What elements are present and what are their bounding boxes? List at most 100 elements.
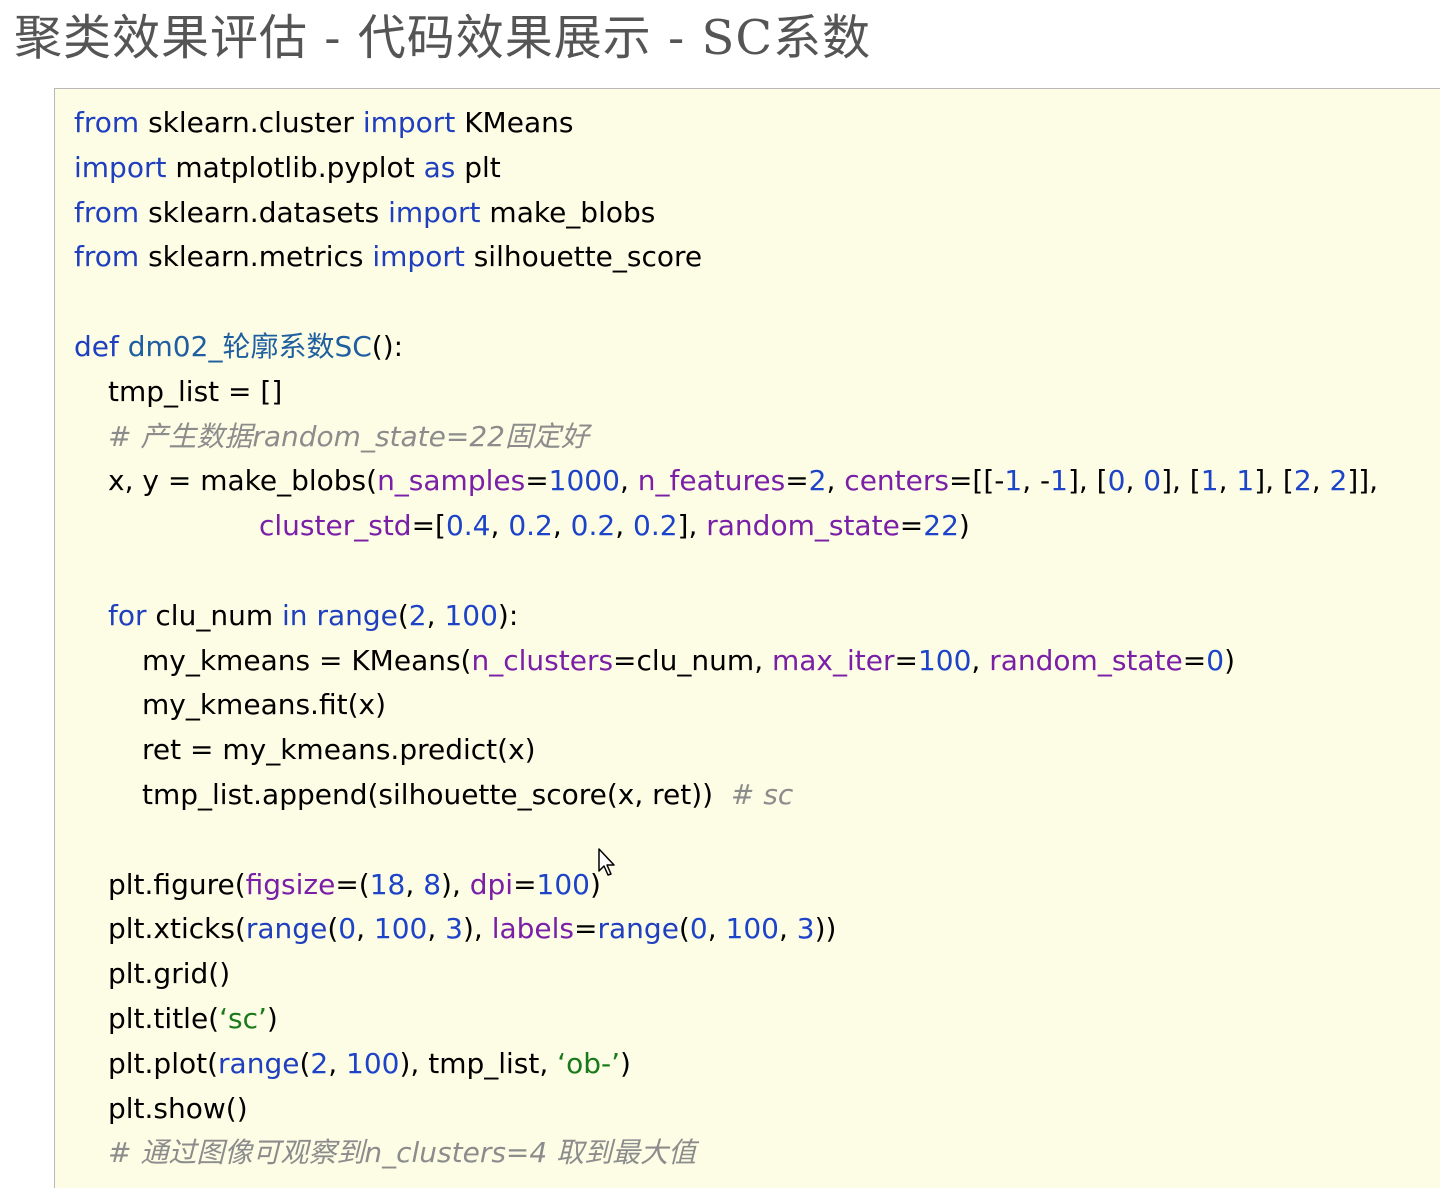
code-token-txt: ], [: [1161, 464, 1201, 498]
code-token-kw: in: [282, 598, 308, 632]
code-token-txt: )): [814, 912, 837, 946]
code-token-txt: my_kmeans = KMeans(: [142, 643, 472, 677]
code-token-txt: silhouette_score: [464, 240, 703, 274]
code-token-num: 100: [444, 598, 498, 632]
code-token-txt: plt.show(): [108, 1091, 248, 1125]
code-token-txt: ), tmp_list,: [399, 1046, 558, 1080]
code-token-kw: range: [597, 912, 679, 946]
code-token-num: 1: [1050, 464, 1068, 498]
code-token-txt: plt: [455, 150, 501, 184]
code-line: from sklearn.metrics import silhouette_s…: [74, 235, 702, 279]
code-token-txt: KMeans: [455, 106, 574, 139]
code-token-txt: =: [785, 464, 809, 498]
code-token-kw: import: [74, 150, 167, 184]
code-token-txt: =: [899, 509, 924, 543]
code-token-num: 3: [796, 912, 815, 946]
code-token-txt: ,: [1125, 464, 1144, 498]
code-token-kw: for: [108, 598, 147, 632]
code-token-num: 0: [1107, 464, 1126, 498]
code-token-txt: =: [894, 643, 918, 677]
code-token-txt: ,: [619, 464, 638, 498]
code-token-txt: plt.plot(: [108, 1046, 219, 1080]
code-token-kw: from: [74, 195, 140, 229]
code-token-txt: ): [266, 1002, 278, 1035]
code-token-txt: make_blobs: [480, 195, 656, 229]
code-line: tmp_list.append(silhouette_score(x, ret)…: [142, 773, 793, 817]
code-token-num: 0: [1143, 464, 1162, 498]
code-token-txt: sklearn.metrics: [139, 240, 373, 274]
code-token-num: 1: [1200, 464, 1219, 498]
code-token-txt: plt.grid(): [108, 957, 231, 991]
code-token-txt: ): [958, 509, 970, 543]
code-token-num: 100: [536, 867, 590, 901]
code-token-txt: sklearn.cluster: [139, 106, 363, 139]
code-token-txt: ], [: [1254, 464, 1294, 498]
code-token-num: 0: [689, 912, 708, 946]
code-token-txt: plt.figure(: [108, 867, 246, 901]
code-token-kw: range: [245, 912, 328, 946]
code-token-num: 0: [1206, 643, 1225, 677]
code-token-kw: from: [74, 106, 140, 139]
code-token-txt: tmp_list.append(silhouette_score(x, ret)…: [142, 778, 731, 811]
code-token-txt: (: [397, 598, 409, 632]
code-line: def dm02_轮廓系数SC():: [74, 325, 403, 369]
code-line: my_kmeans.fit(x): [142, 683, 386, 727]
code-token-arg: figsize: [245, 867, 336, 901]
code-token-txt: =: [525, 464, 549, 498]
code-token-txt: ),: [441, 867, 470, 901]
code-token-comment: # 通过图像可观察到n_clusters=4 取到最大值: [108, 1136, 697, 1170]
code-token-txt: =[[-: [948, 464, 1005, 498]
code-token-txt: ,: [328, 1046, 347, 1080]
code-token-kw: import: [372, 240, 465, 274]
code-token-num: 8: [423, 867, 442, 901]
code-token-num: 1: [1004, 464, 1023, 498]
code-token-txt: ,: [356, 912, 374, 946]
code-line: from sklearn.cluster import KMeans: [74, 101, 573, 145]
code-line: plt.grid(): [108, 952, 230, 996]
code-token-arg: n_samples: [377, 464, 526, 498]
code-token-txt: =: [574, 912, 598, 946]
code-token-num: 100: [725, 912, 779, 946]
code-line: plt.show(): [108, 1087, 248, 1131]
code-token-txt: (: [678, 912, 690, 946]
code-token-num: 2: [408, 598, 427, 632]
code-token-txt: ,: [778, 912, 797, 946]
code-token-txt: x, y = make_blobs(: [108, 464, 378, 498]
code-line: plt.figure(figsize=(18, 8), dpi=100): [108, 863, 601, 907]
code-token-num: 0: [338, 912, 357, 946]
code-token-txt: ): [619, 1046, 631, 1080]
code-token-num: 2: [1293, 464, 1312, 498]
code-line: from sklearn.datasets import make_blobs: [74, 191, 655, 235]
code-line: # 产生数据random_state=22固定好: [108, 415, 589, 459]
code-token-num: 18: [369, 867, 406, 901]
code-line: import matplotlib.pyplot as plt: [74, 146, 501, 190]
code-token-comment: # sc: [730, 778, 794, 811]
code-token-txt: sklearn.datasets: [139, 195, 389, 229]
code-token-kw: range: [218, 1046, 300, 1080]
code-token-txt: ,: [427, 912, 446, 946]
code-token-arg: random_state: [989, 643, 1183, 677]
code-token-fn: dm02_轮廓系数SC: [118, 330, 372, 363]
code-token-txt: ,: [405, 867, 424, 901]
code-line: my_kmeans = KMeans(n_clusters=clu_num, m…: [142, 639, 1235, 683]
code-line: for clu_num in range(2, 100):: [108, 594, 518, 638]
code-line: plt.plot(range(2, 100), tmp_list, ‘ob-’): [108, 1042, 631, 1086]
code-token-num: 0.2: [570, 509, 616, 543]
code-token-num: 22: [923, 509, 959, 543]
code-token-txt: my_kmeans.fit(x): [142, 688, 386, 722]
code-token-txt: =: [1182, 643, 1207, 677]
code-line: cluster_std=[0.4, 0.2, 0.2, 0.2], random…: [259, 504, 970, 548]
code-token-num: 3: [445, 912, 463, 946]
code-token-arg: n_features: [637, 464, 786, 498]
code-token-txt: =clu_num,: [613, 643, 772, 677]
code-token-arg: cluster_std: [259, 509, 412, 543]
code-token-txt: clu_num: [146, 598, 282, 632]
code-token-txt: tmp_list = []: [108, 374, 283, 408]
code-token-txt: (: [327, 912, 339, 946]
code-token-kw: def: [74, 330, 119, 363]
code-token-kw: import: [362, 106, 456, 139]
code-token-txt: ],: [677, 509, 707, 543]
code-line: ret = my_kmeans.predict(x): [142, 728, 536, 772]
slide-title: 聚类效果评估 - 代码效果展示 - SC系数: [14, 10, 872, 66]
code-token-num: 2: [310, 1046, 329, 1080]
